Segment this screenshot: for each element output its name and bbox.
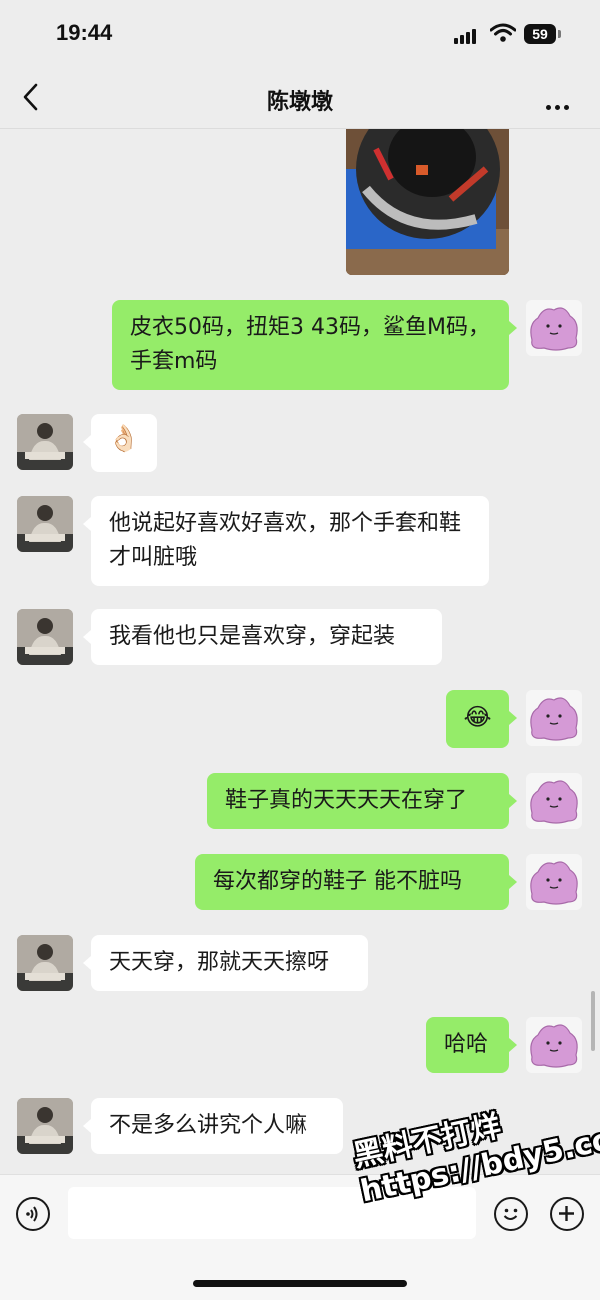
- message-bubble-sent[interactable]: 鞋子真的天天天天在穿了: [207, 773, 517, 829]
- ditto-avatar-icon: [530, 307, 578, 351]
- emoji-icon[interactable]: [494, 1197, 528, 1231]
- avatar-contact[interactable]: [17, 414, 73, 470]
- status-bar: 19:44 59: [0, 0, 600, 68]
- ditto-avatar-icon: [530, 1024, 578, 1068]
- signal-icon: [454, 28, 476, 44]
- avatar-contact[interactable]: [17, 935, 73, 991]
- plus-icon[interactable]: [550, 1197, 584, 1231]
- wifi-icon: [490, 23, 516, 42]
- person-avatar-icon: [17, 609, 73, 665]
- voice-icon[interactable]: [16, 1197, 50, 1231]
- message-bubble-received[interactable]: 他说起好喜欢好喜欢，那个手套和鞋才叫脏哦: [83, 496, 489, 586]
- person-avatar-icon: [17, 414, 73, 470]
- message-bubble-received[interactable]: 不是多么讲究个人嘛: [83, 1098, 343, 1154]
- avatar-contact[interactable]: [17, 609, 73, 665]
- chat-title: 陈墩墩: [266, 90, 333, 115]
- battery-icon: 59: [524, 24, 556, 44]
- message-bubble-received[interactable]: 我看他也只是喜欢穿，穿起装: [83, 609, 442, 665]
- message-bubble-sent[interactable]: 皮衣50码，扭矩3 43码，鲨鱼M码，手套m码: [112, 300, 517, 390]
- avatar-self[interactable]: [526, 773, 582, 829]
- message-bubble-sent[interactable]: 每次都穿的鞋子 能不脏吗: [195, 854, 517, 910]
- more-dots-icon[interactable]: [546, 95, 573, 114]
- status-time: 19:44: [56, 20, 113, 45]
- avatar-contact[interactable]: [17, 1098, 73, 1154]
- person-avatar-icon: [17, 935, 73, 991]
- avatar-contact[interactable]: [17, 496, 73, 552]
- message-list[interactable]: 皮衣50码，扭矩3 43码，鲨鱼M码，手套m码 👌🏻 他说起好喜欢好喜欢，那个手…: [0, 129, 600, 1174]
- message-bubble-received[interactable]: 天天穿，那就天天擦呀: [83, 935, 368, 991]
- avatar-self[interactable]: [526, 690, 582, 746]
- person-avatar-icon: [17, 496, 73, 552]
- ditto-avatar-icon: [530, 861, 578, 905]
- message-bubble-sent[interactable]: 😂: [446, 690, 517, 748]
- avatar-self[interactable]: [526, 300, 582, 356]
- scrollbar[interactable]: [591, 991, 595, 1051]
- person-avatar-icon: [17, 1098, 73, 1154]
- battery-tip: [558, 30, 561, 38]
- message-bubble-sent[interactable]: 哈哈: [426, 1017, 517, 1073]
- avatar-self[interactable]: [526, 1017, 582, 1073]
- ditto-avatar-icon: [530, 697, 578, 741]
- helmet-photo: [346, 129, 509, 275]
- message-image[interactable]: [346, 129, 509, 275]
- input-bar: [0, 1174, 600, 1300]
- ditto-avatar-icon: [530, 780, 578, 824]
- message-bubble-received[interactable]: 👌🏻: [83, 414, 157, 472]
- chat-header: 陈墩墩: [0, 68, 600, 129]
- home-indicator: [193, 1280, 407, 1287]
- avatar-self[interactable]: [526, 854, 582, 910]
